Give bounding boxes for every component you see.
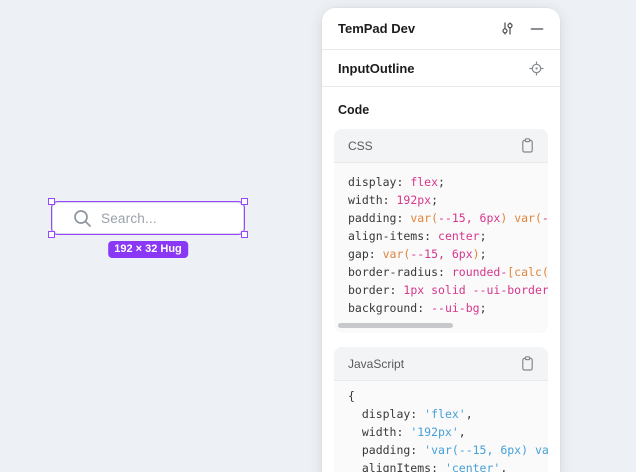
- selection-handle-top-left[interactable]: [48, 198, 55, 205]
- code-line: background: --ui-bg;: [348, 299, 548, 317]
- javascript-code-area[interactable]: { display: 'flex', width: '192px', paddi…: [334, 381, 548, 472]
- selection-handle-top-right[interactable]: [241, 198, 248, 205]
- javascript-block-header: JavaScript: [334, 347, 548, 381]
- clipboard-copy-icon[interactable]: [521, 138, 534, 153]
- selection-handle-bottom-right[interactable]: [241, 231, 248, 238]
- clipboard-copy-icon[interactable]: [521, 356, 534, 371]
- minimize-icon[interactable]: [530, 22, 544, 36]
- search-icon: [73, 209, 92, 228]
- code-line: width: '192px',: [348, 423, 548, 441]
- component-row: InputOutline: [322, 50, 560, 87]
- code-line: padding: 'var(--15, 6px) var(: [348, 441, 548, 459]
- code-line: display: flex;: [348, 173, 548, 191]
- search-placeholder-text: Search...: [101, 211, 157, 226]
- options-sliders-icon[interactable]: [500, 21, 515, 36]
- javascript-code-block: JavaScript { display: 'flex', width: '19…: [334, 347, 548, 472]
- search-input[interactable]: Search...: [52, 202, 244, 234]
- size-badge: 192 × 32 Hug: [108, 241, 188, 258]
- code-line: border: 1px solid --ui-border-c: [348, 281, 548, 299]
- javascript-block-label: JavaScript: [348, 357, 521, 371]
- code-line: border-radius: rounded-[calc(va: [348, 263, 548, 281]
- code-line: padding: var(--15, 6px) var(--15,: [348, 209, 548, 227]
- panel-title: TemPad Dev: [338, 21, 500, 36]
- component-name: InputOutline: [338, 61, 529, 76]
- css-block-label: CSS: [348, 139, 521, 153]
- code-line: alignItems: 'center',: [348, 459, 548, 472]
- selection-handle-bottom-left[interactable]: [48, 231, 55, 238]
- css-block-header: CSS: [334, 129, 548, 163]
- horizontal-scrollbar[interactable]: [338, 323, 453, 328]
- selected-component-bounds[interactable]: Search... 192 × 32 Hug: [52, 202, 244, 234]
- tempad-dev-panel: TemPad Dev InputOutline: [322, 8, 560, 472]
- code-section-label: Code: [338, 103, 544, 117]
- code-line: width: 192px;: [348, 191, 548, 209]
- locate-target-icon[interactable]: [529, 61, 544, 76]
- panel-header: TemPad Dev: [322, 8, 560, 50]
- code-line: {: [348, 387, 548, 405]
- css-code-area[interactable]: display: flex;width: 192px;padding: var(…: [334, 163, 548, 333]
- css-code-block: CSS display: flex;width: 192px;padding: …: [334, 129, 548, 333]
- code-line: align-items: center;: [348, 227, 548, 245]
- code-line: display: 'flex',: [348, 405, 548, 423]
- code-line: gap: var(--15, 6px);: [348, 245, 548, 263]
